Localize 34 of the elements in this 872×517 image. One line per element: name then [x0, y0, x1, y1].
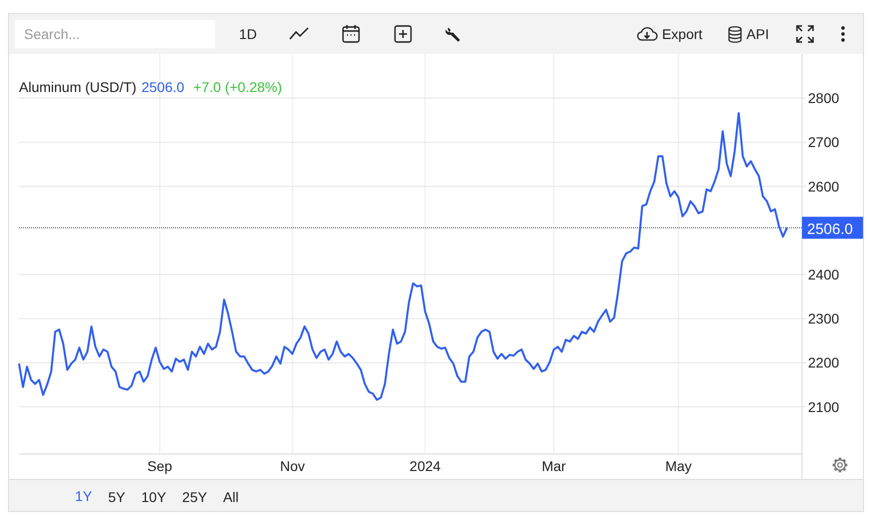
price-value: 2506.0 — [141, 78, 184, 97]
export-button[interactable]: Export — [630, 22, 708, 46]
search-field[interactable]: Search... — [15, 20, 215, 48]
price-change: +7.0 (+0.28%) — [193, 78, 282, 97]
instrument-name: Aluminum (USD/T) — [19, 78, 136, 97]
x-axis-label: Nov — [280, 458, 305, 474]
x-axis-label: Sep — [147, 458, 172, 474]
calendar-icon — [340, 24, 361, 44]
range-tab[interactable]: 1Y — [67, 480, 100, 511]
fullscreen-icon — [795, 24, 815, 44]
y-axis-label: 2600 — [808, 178, 840, 194]
y-axis-label: 2200 — [808, 354, 840, 371]
range-tab[interactable]: 25Y — [174, 480, 216, 511]
cloud-download-icon — [636, 26, 658, 42]
api-button[interactable]: API — [722, 22, 775, 46]
range-tab[interactable]: 5Y — [100, 480, 134, 511]
wrench-icon — [444, 25, 463, 43]
range-tab[interactable]: All — [215, 480, 247, 511]
y-axis-label: 2800 — [808, 90, 840, 106]
x-axis-label: May — [665, 458, 692, 474]
x-axis-label: Mar — [542, 458, 566, 474]
y-axis-label: 2300 — [808, 310, 840, 327]
x-axis-label: 2024 — [410, 458, 441, 474]
y-axis-label: 2400 — [808, 266, 840, 282]
interval-button[interactable]: 1D — [233, 22, 263, 46]
y-axis-label: 2100 — [808, 398, 840, 415]
plus-icon — [392, 24, 413, 44]
settings-icon[interactable] — [831, 456, 849, 474]
y-axis-label: 2700 — [808, 134, 840, 150]
database-icon — [728, 26, 742, 42]
line-chart-icon — [288, 27, 309, 41]
more-icon — [841, 26, 845, 42]
last-price-label: 2506.0 — [802, 216, 863, 239]
range-tab[interactable]: 10Y — [133, 480, 174, 511]
